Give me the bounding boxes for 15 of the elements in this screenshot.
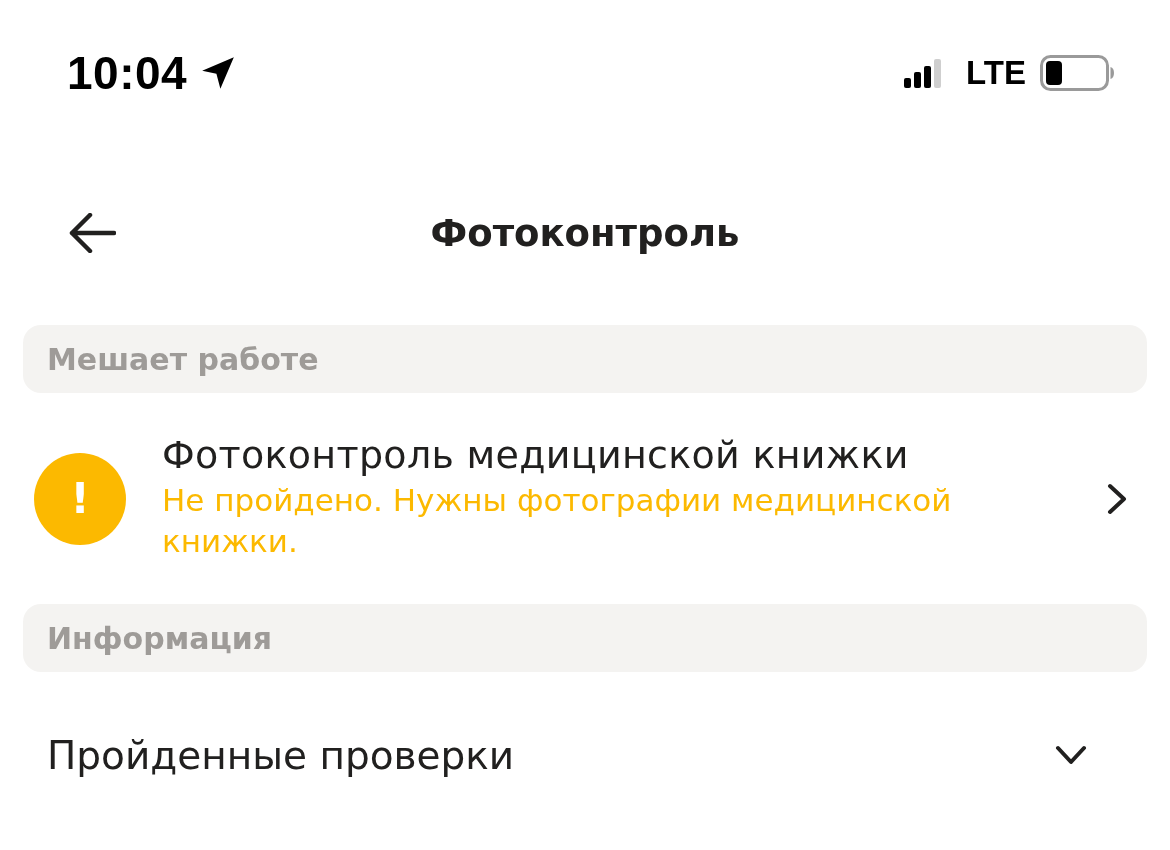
status-time: 10:04	[67, 46, 188, 100]
warning-icon: !	[34, 452, 126, 545]
item-title: Пройденные проверки	[47, 732, 515, 778]
check-list-item[interactable]: ! Фотоконтроль медицинской книжки Не пройдено. Нужны фотографии медицинской книжки.	[23, 393, 1147, 604]
chevron-right-icon	[1107, 482, 1127, 515]
signal-icon	[904, 58, 943, 88]
section-header: Информация	[23, 604, 1147, 672]
battery-icon	[1040, 55, 1114, 91]
expandable-list-item[interactable]: Пройденные проверки	[23, 672, 1147, 838]
back-arrow-icon	[68, 213, 116, 253]
network-type: LTE	[966, 54, 1026, 92]
item-status: Не пройдено. Нужны фотографии медицинской книжки.	[162, 480, 953, 561]
section-header: Мешает работе	[23, 325, 1147, 393]
page-title: Фотоконтроль	[430, 211, 740, 255]
item-title: Фотоконтроль медицинской книжки	[162, 431, 910, 479]
